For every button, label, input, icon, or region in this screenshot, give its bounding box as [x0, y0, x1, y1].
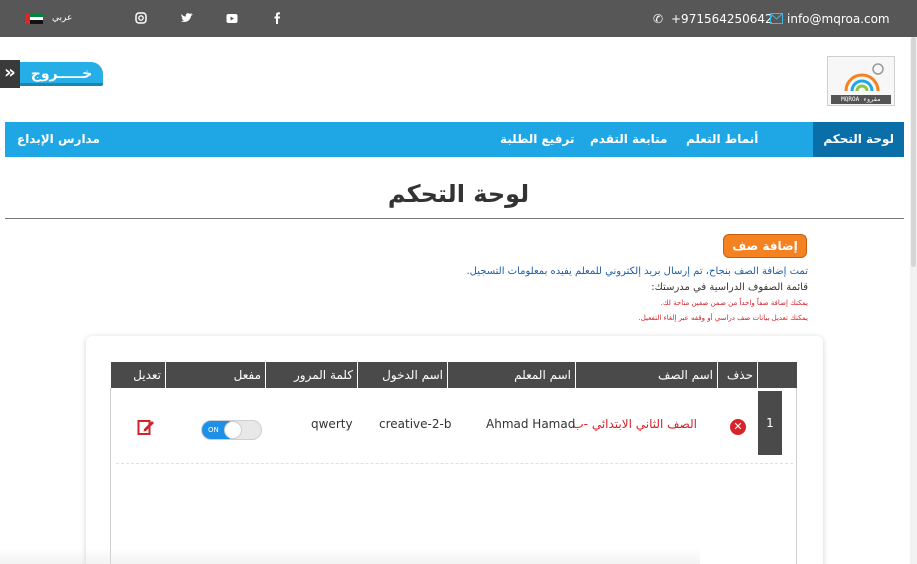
mail-icon [770, 13, 783, 24]
edit-icon[interactable] [137, 418, 155, 436]
logo-icon [844, 63, 884, 92]
email-address[interactable]: info@mqroa.com [787, 12, 890, 26]
main-nav: لوحة التحكم أنماط التعلم متابعة التقدم ت… [5, 122, 904, 157]
language-switch[interactable]: عربي [52, 13, 72, 23]
twitter-icon[interactable] [180, 11, 194, 25]
col-edit: تعديل [110, 362, 165, 388]
table-header: حذف اسم الصف اسم المعلم اسم الدخول كلمة … [110, 362, 797, 388]
col-delete: حذف [717, 362, 757, 388]
mqroa-logo[interactable]: MQROA مقروء [827, 56, 895, 106]
instagram-icon[interactable] [134, 11, 148, 25]
title-divider [5, 218, 904, 219]
note-edit: يمكنك تعديل بيانات صف دراسي أو وقفه عبر … [638, 314, 808, 322]
col-active: مفعل [165, 362, 265, 388]
delete-icon[interactable]: ✕ [730, 419, 746, 435]
facebook-icon[interactable] [270, 11, 284, 25]
note-add-limit: يمكنك إضافة صفاً واحداً من ضمن صفين متاح… [660, 299, 808, 307]
phone-number[interactable]: +971564250642 [671, 12, 773, 26]
youtube-icon[interactable] [225, 11, 239, 25]
success-message: تمت إضافة الصف بنجاح، تم إرسال بريد إلكت… [466, 266, 809, 277]
col-number [757, 362, 797, 388]
row-number: 1 [758, 391, 782, 455]
top-bar: عربي ✆ +971564250642 info@mqroa.com [0, 0, 917, 37]
nav-item-progress[interactable]: متابعة التقدم [590, 122, 667, 157]
row-divider [116, 463, 793, 464]
add-class-button[interactable]: إضافة صف [723, 234, 807, 258]
col-teacher: اسم المعلم [447, 362, 575, 388]
nav-item-dashboard[interactable]: لوحة التحكم [813, 122, 904, 157]
active-toggle[interactable]: ON [201, 420, 262, 440]
col-password: كلمة المرور [265, 362, 357, 388]
uae-flag-icon[interactable] [25, 13, 43, 25]
login-cell: creative-2-b [379, 417, 452, 431]
phone-icon: ✆ [653, 12, 664, 26]
scrollbar-thumb[interactable] [911, 37, 916, 267]
teacher-cell: Ahmad Hamad [486, 417, 576, 431]
col-login: اسم الدخول [357, 362, 447, 388]
password-cell: qwerty [311, 417, 353, 431]
page-title: لوحة التحكم [387, 180, 530, 208]
table-body: 1 ✕ الصف الثاني الابتدائي -ب Ahmad Hamad… [110, 388, 797, 564]
class-name-cell: الصف الثاني الابتدائي -ب [572, 417, 697, 431]
school-name: مدارس الإبداع [17, 132, 100, 146]
logo-wordmark: MQROA مقروء [831, 95, 891, 104]
class-list-heading: قائمة الصفوف الدراسية في مدرستك: [651, 282, 808, 293]
nav-item-learning-styles[interactable]: أنماط التعلم [686, 122, 758, 157]
nav-item-promote-students[interactable]: ترفيع الطلبة [500, 122, 574, 157]
footer-shadow [0, 548, 700, 564]
logout-button[interactable]: » خـــــروج [0, 60, 103, 88]
logout-label: خـــــروج [20, 62, 103, 86]
col-class-name: اسم الصف [575, 362, 717, 388]
toggle-knob [224, 421, 242, 439]
double-chevron-icon: » [0, 60, 20, 88]
page-scrollbar[interactable] [910, 37, 917, 564]
